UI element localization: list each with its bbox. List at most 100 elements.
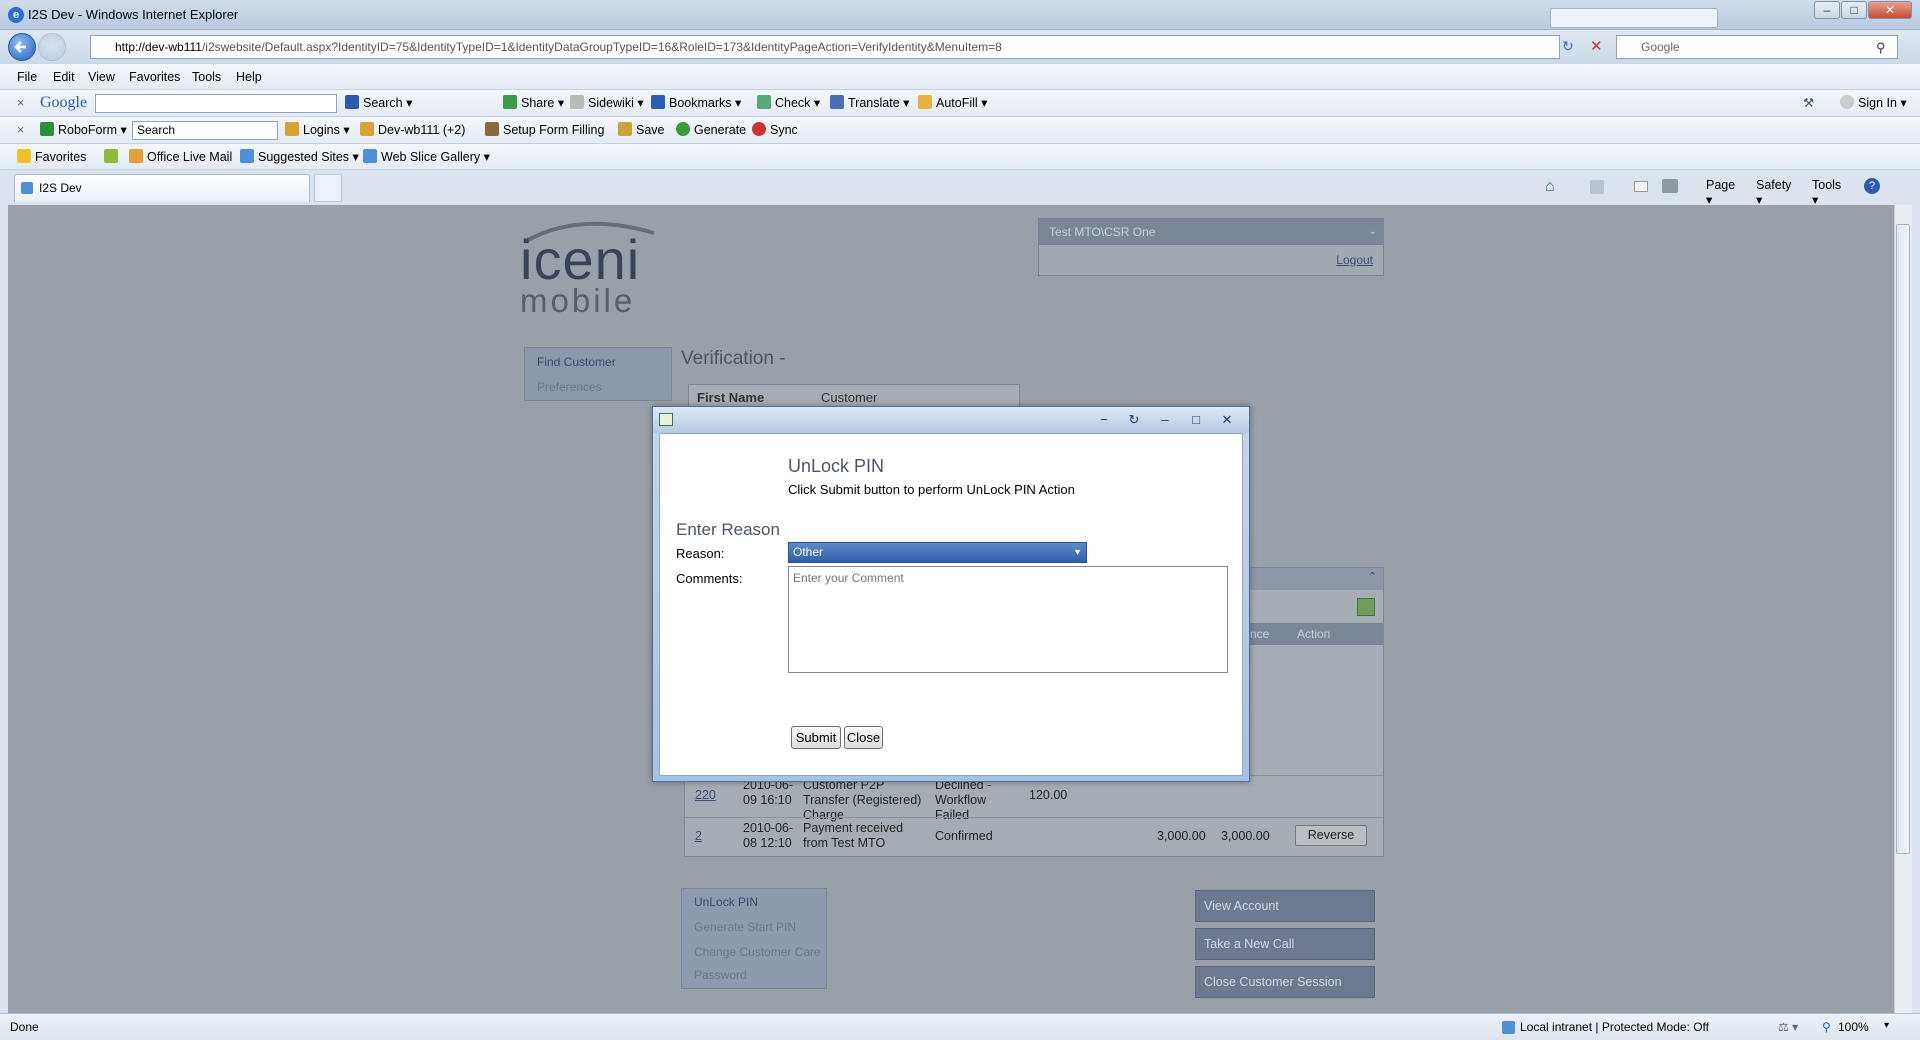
menu-file[interactable]: File (17, 64, 37, 90)
translate-button[interactable]: Translate ▾ (830, 90, 909, 116)
maximize-icon[interactable]: □ (1187, 411, 1205, 429)
web-slice-icon (363, 149, 377, 163)
action-change-cc-password[interactable]: Change Customer Care (694, 945, 821, 959)
txn-balance: 3,000.00 (1221, 829, 1270, 843)
feeds-icon[interactable] (1590, 180, 1604, 194)
save-button[interactable]: Save (618, 117, 665, 143)
setup-form-filling-button[interactable]: Setup Form Filling (485, 117, 604, 143)
zone-text[interactable]: Local intranet | Protected Mode: Off (1520, 1020, 1709, 1034)
sign-in-button[interactable]: Sign In ▾ (1840, 90, 1907, 116)
action-generate-start-pin[interactable]: Generate Start PIN (694, 920, 796, 934)
share-button[interactable]: Share ▾ (503, 90, 564, 116)
user-icon (1840, 95, 1854, 109)
logins-label: Logins (303, 123, 340, 137)
menu-tools[interactable]: Tools (192, 64, 221, 90)
minimize-button[interactable]: – (1814, 1, 1840, 19)
office-live-mail-label: Office Live Mail (147, 150, 233, 164)
suggested-sites-link[interactable]: Suggested Sites ▾ (240, 144, 359, 170)
tab-i2s-dev[interactable]: I2S Dev (14, 174, 310, 202)
generate-label: Generate (694, 123, 747, 137)
scrollbar-thumb[interactable] (1896, 224, 1910, 854)
zoom-dropdown-icon[interactable]: ▾ (1884, 1020, 1889, 1031)
web-slice-gallery-link[interactable]: Web Slice Gallery ▾ (363, 144, 490, 170)
roboform-label: RoboForm (58, 123, 118, 137)
favorites-button[interactable]: Favorites (17, 144, 86, 170)
close-icon[interactable]: ✕ (1218, 411, 1236, 429)
reverse-button[interactable]: Reverse (1295, 825, 1367, 846)
menu-favorites[interactable]: Favorites (129, 64, 180, 90)
pin-icon[interactable]: − (1095, 411, 1113, 429)
suggested-sites-label: Suggested Sites (258, 150, 350, 164)
refresh-icon[interactable]: ↻ (1562, 38, 1574, 55)
txn-id-link[interactable]: 2 (695, 829, 702, 843)
menu-edit[interactable]: Edit (53, 64, 75, 90)
forward-button[interactable] (38, 33, 66, 61)
protected-mode-icon[interactable]: ⚖ ▾ (1778, 1020, 1798, 1034)
new-tab-button[interactable] (314, 174, 342, 202)
first-name-label: First Name (697, 390, 765, 405)
generate-button[interactable]: Generate (676, 117, 746, 143)
user-dropdown[interactable]: Test MTO\CSR One ⌄ (1039, 219, 1383, 245)
nav-find-customer[interactable]: Find Customer (537, 355, 616, 369)
submit-button[interactable]: Submit (791, 726, 841, 749)
close-customer-session-button[interactable]: Close Customer Session (1195, 966, 1375, 998)
comments-textarea[interactable] (788, 566, 1228, 673)
search-input[interactable]: Google (1616, 35, 1898, 59)
bookmarks-button[interactable]: Bookmarks ▾ (651, 90, 741, 116)
collapse-icon[interactable]: ⌃ (1368, 570, 1377, 583)
maximize-button[interactable]: □ (1841, 1, 1867, 19)
safety-menu[interactable]: Safety ▾ (1756, 178, 1791, 207)
close-button[interactable]: Close (844, 726, 883, 749)
close-toolbar-icon[interactable]: × (17, 117, 24, 143)
reason-select[interactable]: Other ▼ (788, 542, 1087, 563)
tools-menu[interactable]: Tools ▾ (1812, 178, 1841, 207)
view-account-button[interactable]: View Account (1195, 890, 1375, 922)
read-mail-icon[interactable] (1634, 181, 1648, 192)
menu-help[interactable]: Help (236, 64, 262, 90)
reload-icon[interactable]: ↻ (1125, 411, 1143, 429)
nav-preferences[interactable]: Preferences (537, 380, 602, 394)
autofill-button[interactable]: AutoFill ▾ (918, 90, 987, 116)
search-icon[interactable]: ⚲ (1876, 40, 1886, 56)
roboform-search-input[interactable]: Search (132, 121, 278, 140)
check-button[interactable]: Check ▾ (757, 90, 820, 116)
action-unlock-pin[interactable]: UnLock PIN (694, 895, 758, 909)
roboform-button[interactable]: RoboForm ▾ (40, 117, 127, 143)
page-menu[interactable]: Page ▾ (1706, 178, 1735, 207)
help-icon[interactable]: ? (1864, 178, 1880, 194)
logout-link[interactable]: Logout (1336, 253, 1373, 267)
wrench-icon[interactable]: ⚒ (1803, 90, 1814, 116)
share-label: Share (521, 96, 555, 110)
add-favorite-icon[interactable] (104, 144, 122, 170)
favorites-bar: Favorites Office Live Mail Suggested Sit… (0, 144, 1920, 170)
zoom-level[interactable]: 100% (1838, 1020, 1869, 1034)
sync-button[interactable]: Sync (752, 117, 798, 143)
take-new-call-button[interactable]: Take a New Call (1195, 928, 1375, 960)
menu-view[interactable]: View (88, 64, 115, 90)
suggested-sites-icon (240, 149, 254, 163)
office-live-mail-link[interactable]: Office Live Mail (129, 144, 232, 170)
export-excel-icon[interactable] (1357, 598, 1375, 616)
roboform-toolbar: × RoboForm ▾ Search Logins ▾ Dev-wb111 (… (0, 117, 1920, 144)
google-search-input[interactable] (95, 94, 337, 113)
stop-icon[interactable]: ✕ (1590, 37, 1603, 55)
close-toolbar-icon[interactable]: × (17, 90, 24, 116)
home-icon[interactable]: ⌂ (1545, 178, 1555, 196)
translate-icon (830, 95, 844, 109)
dialog-titlebar: − ↻ – □ ✕ (653, 407, 1249, 433)
translate-label: Translate (848, 96, 900, 110)
txn-id-link[interactable]: 220 (695, 788, 716, 802)
iceni-logo: iceni mobile (520, 215, 660, 319)
address-input[interactable]: http://dev-wb111/i2swebsite/Default.aspx… (90, 35, 1560, 59)
close-window-button[interactable]: ✕ (1868, 1, 1912, 19)
back-button[interactable] (8, 33, 36, 61)
page-icon (21, 182, 33, 194)
sidewiki-button[interactable]: Sidewiki ▾ (570, 90, 644, 116)
google-toolbar: × Google Search ▾ Share ▾ Sidewiki ▾ Boo… (0, 90, 1920, 117)
google-search-button[interactable]: Search ▾ (345, 90, 412, 116)
logins-button[interactable]: Logins ▾ (285, 117, 350, 143)
minimize-icon[interactable]: – (1156, 411, 1174, 429)
dev-wb111-button[interactable]: Dev-wb111 (+2) (360, 117, 465, 143)
action-password[interactable]: Password (694, 968, 747, 982)
print-icon[interactable] (1662, 179, 1678, 193)
